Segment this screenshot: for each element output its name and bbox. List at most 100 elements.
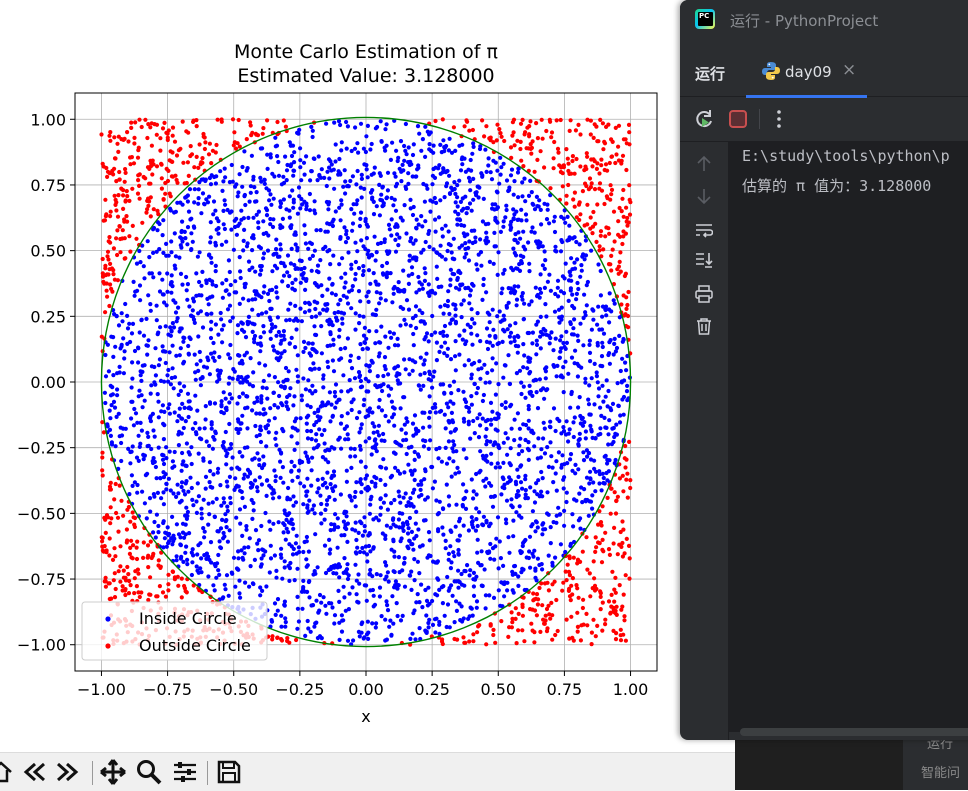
point-inside — [336, 589, 340, 593]
point-inside — [154, 465, 158, 469]
point-inside — [157, 363, 161, 367]
point-inside — [184, 275, 188, 279]
point-inside — [576, 405, 580, 409]
point-inside — [301, 376, 305, 380]
point-inside — [105, 422, 109, 426]
point-outside — [510, 620, 514, 624]
point-inside — [448, 278, 452, 282]
point-inside — [516, 574, 520, 578]
point-inside — [443, 614, 447, 618]
point-inside — [274, 443, 278, 447]
point-inside — [489, 462, 493, 466]
point-inside — [354, 538, 358, 542]
point-inside — [535, 492, 539, 496]
point-inside — [257, 458, 261, 462]
point-inside — [470, 373, 474, 377]
point-inside — [517, 262, 521, 266]
point-inside — [336, 302, 340, 306]
point-inside — [445, 169, 449, 173]
point-inside — [250, 266, 254, 270]
point-inside — [583, 381, 587, 385]
point-inside — [274, 613, 278, 617]
point-inside — [601, 345, 605, 349]
point-inside — [247, 298, 251, 302]
point-inside — [554, 429, 558, 433]
point-inside — [354, 521, 358, 525]
point-inside — [521, 291, 525, 295]
point-inside — [196, 481, 200, 485]
point-outside — [590, 181, 594, 185]
point-inside — [485, 326, 489, 330]
point-outside — [150, 172, 154, 176]
point-inside — [283, 625, 287, 629]
point-inside — [328, 159, 332, 163]
point-inside — [370, 480, 374, 484]
point-inside — [211, 500, 215, 504]
point-outside — [160, 176, 164, 180]
point-inside — [427, 416, 431, 420]
point-inside — [216, 333, 220, 337]
point-inside — [152, 520, 156, 524]
point-inside — [118, 434, 122, 438]
point-inside — [447, 589, 451, 593]
point-inside — [416, 560, 420, 564]
point-inside — [288, 194, 292, 198]
point-inside — [452, 380, 456, 384]
point-outside — [612, 541, 616, 545]
point-inside — [258, 475, 262, 479]
point-inside — [529, 524, 533, 528]
point-outside — [625, 220, 629, 224]
point-inside — [173, 264, 177, 268]
point-inside — [526, 240, 530, 244]
point-outside — [571, 197, 575, 201]
point-inside — [401, 168, 405, 172]
point-inside — [511, 217, 515, 221]
point-inside — [249, 184, 253, 188]
point-inside — [404, 367, 408, 371]
point-inside — [265, 208, 269, 212]
point-inside — [358, 342, 362, 346]
point-inside — [428, 142, 432, 146]
point-inside — [241, 297, 245, 301]
point-outside — [173, 577, 177, 581]
point-outside — [151, 554, 155, 558]
point-inside — [413, 637, 417, 641]
point-inside — [150, 364, 154, 368]
point-inside — [476, 538, 480, 542]
point-inside — [211, 435, 215, 439]
point-inside — [196, 543, 200, 547]
point-outside — [579, 638, 583, 642]
point-inside — [414, 432, 418, 436]
point-inside — [447, 494, 451, 498]
point-outside — [497, 127, 501, 131]
point-outside — [521, 614, 525, 618]
point-inside — [189, 248, 193, 252]
point-inside — [166, 368, 170, 372]
point-inside — [481, 523, 485, 527]
point-inside — [244, 524, 248, 528]
point-inside — [453, 620, 457, 624]
point-inside — [285, 163, 289, 167]
point-inside — [211, 212, 215, 216]
point-inside — [366, 124, 370, 128]
point-inside — [479, 264, 483, 268]
point-outside — [101, 280, 105, 284]
point-inside — [506, 436, 510, 440]
point-inside — [573, 471, 577, 475]
point-inside — [373, 439, 377, 443]
point-inside — [192, 318, 196, 322]
point-inside — [562, 486, 566, 490]
point-inside — [587, 343, 591, 347]
point-inside — [168, 450, 172, 454]
point-inside — [121, 336, 125, 340]
point-outside — [564, 147, 568, 151]
point-inside — [266, 167, 270, 171]
point-outside — [168, 192, 172, 196]
point-inside — [243, 282, 247, 286]
point-inside — [455, 278, 459, 282]
point-inside — [468, 568, 472, 572]
point-inside — [227, 400, 231, 404]
point-inside — [198, 427, 202, 431]
point-inside — [539, 447, 543, 451]
point-inside — [475, 599, 479, 603]
